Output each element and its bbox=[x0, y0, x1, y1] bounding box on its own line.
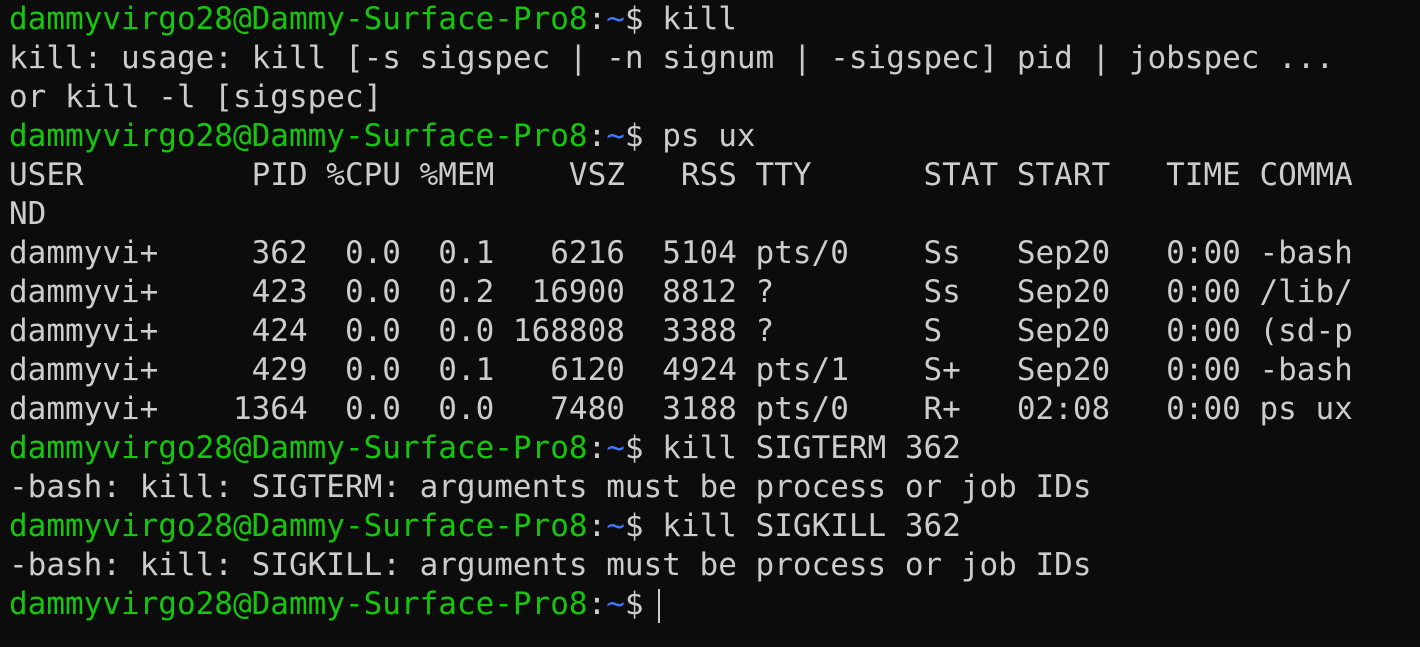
output-line: kill: usage: kill [-s sigspec | -n signu… bbox=[9, 40, 1335, 76]
error-output-line: -bash: kill: SIGKILL: arguments must be … bbox=[9, 547, 1092, 583]
prompt-symbol: $ bbox=[624, 1, 644, 37]
prompt-user-host: dammyvirgo28@Dammy-Surface-Pro8 bbox=[9, 1, 588, 37]
prompt-path: ~ bbox=[606, 508, 625, 544]
prompt-line: dammyvirgo28@Dammy-Surface-Pro8:~$ kill … bbox=[9, 429, 1420, 468]
prompt-user-host: dammyvirgo28@Dammy-Surface-Pro8 bbox=[9, 508, 588, 544]
ps-process-row: dammyvi+ 424 0.0 0.0 168808 3388 ? S Sep… bbox=[9, 313, 1353, 349]
prompt-user-host: dammyvirgo28@Dammy-Surface-Pro8 bbox=[9, 586, 588, 622]
prompt-separator: : bbox=[587, 118, 607, 154]
output-line: or kill -l [sigspec] bbox=[9, 79, 383, 115]
prompt-separator: : bbox=[587, 1, 607, 37]
command-text: ps ux bbox=[643, 118, 756, 154]
prompt-line: dammyvirgo28@Dammy-Surface-Pro8:~$ kill bbox=[9, 0, 1420, 39]
ps-process-row: dammyvi+ 423 0.0 0.2 16900 8812 ? Ss Sep… bbox=[9, 274, 1353, 310]
ps-process-row: dammyvi+ 429 0.0 0.1 6120 4924 pts/1 S+ … bbox=[9, 352, 1353, 388]
prompt-separator: : bbox=[587, 430, 607, 466]
ps-process-row: dammyvi+ 1364 0.0 0.0 7480 3188 pts/0 R+… bbox=[9, 391, 1353, 427]
prompt-path: ~ bbox=[606, 118, 625, 154]
text-cursor bbox=[657, 588, 660, 623]
prompt-line: dammyvirgo28@Dammy-Surface-Pro8:~$ kill … bbox=[9, 507, 1420, 546]
prompt-path: ~ bbox=[606, 1, 625, 37]
prompt-user-host: dammyvirgo28@Dammy-Surface-Pro8 bbox=[9, 118, 588, 154]
ps-header-wrap-line: ND bbox=[9, 196, 47, 232]
prompt-separator: : bbox=[587, 508, 607, 544]
prompt-path: ~ bbox=[606, 430, 625, 466]
error-output-line: -bash: kill: SIGTERM: arguments must be … bbox=[9, 469, 1092, 505]
active-prompt-line[interactable]: dammyvirgo28@Dammy-Surface-Pro8:~$ bbox=[9, 585, 1420, 624]
prompt-symbol: $ bbox=[624, 508, 644, 544]
prompt-path: ~ bbox=[606, 586, 625, 622]
terminal-window[interactable]: dammyvirgo28@Dammy-Surface-Pro8:~$ kill … bbox=[0, 0, 1420, 647]
prompt-symbol: $ bbox=[624, 118, 644, 154]
command-text: kill bbox=[643, 1, 737, 37]
prompt-symbol: $ bbox=[624, 430, 644, 466]
ps-process-row: dammyvi+ 362 0.0 0.1 6216 5104 pts/0 Ss … bbox=[9, 235, 1353, 271]
prompt-separator: : bbox=[587, 586, 607, 622]
command-text: kill SIGTERM 362 bbox=[643, 430, 961, 466]
command-text: kill SIGKILL 362 bbox=[643, 508, 961, 544]
prompt-line: dammyvirgo28@Dammy-Surface-Pro8:~$ ps ux bbox=[9, 117, 1420, 156]
prompt-symbol: $ bbox=[624, 586, 644, 622]
prompt-user-host: dammyvirgo28@Dammy-Surface-Pro8 bbox=[9, 430, 588, 466]
ps-header-line: USER PID %CPU %MEM VSZ RSS TTY STAT STAR… bbox=[9, 157, 1353, 193]
